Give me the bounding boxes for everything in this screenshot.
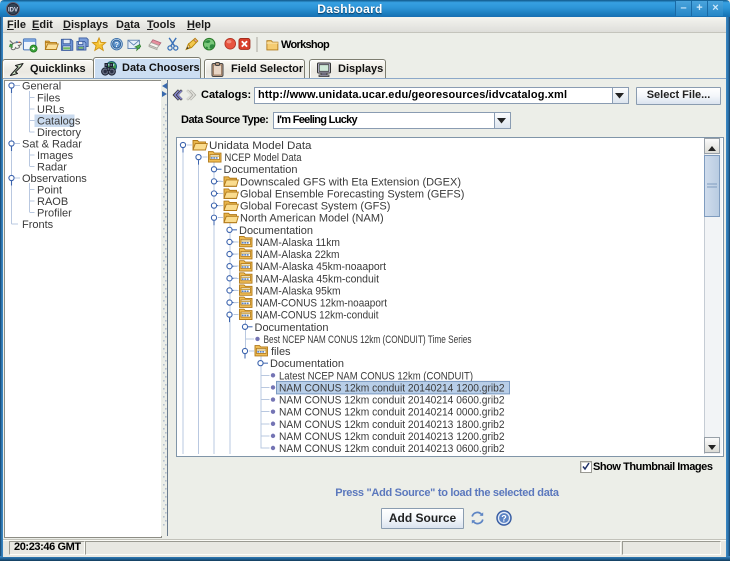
svg-text:NAM-CONUS 12km-noaaport: NAM-CONUS 12km-noaaport xyxy=(256,298,388,310)
svg-text:NAM CONUS 12km conduit 2014021: NAM CONUS 12km conduit 20140213 1800.gri… xyxy=(279,419,505,431)
svg-text:NAM CONUS 12km conduit 2014021: NAM CONUS 12km conduit 20140214 1200.gri… xyxy=(279,382,505,394)
svg-text:NAM CONUS 12km conduit 2014021: NAM CONUS 12km conduit 20140214 0600.gri… xyxy=(279,395,505,407)
svg-text:Global Forecast System (GFS): Global Forecast System (GFS) xyxy=(240,201,390,213)
svg-text:NAM-Alaska 95km: NAM-Alaska 95km xyxy=(256,285,341,297)
svg-text:NCEP Model Data: NCEP Model Data xyxy=(225,152,303,164)
svg-text:Downscaled GFS with Eta Extens: Downscaled GFS with Eta Extension (DGEX) xyxy=(240,176,461,188)
svg-text:NAM CONUS 12km conduit 2014021: NAM CONUS 12km conduit 20140213 1200.gri… xyxy=(279,431,505,443)
svg-text:Documentation: Documentation xyxy=(239,225,313,237)
svg-text:files: files xyxy=(271,346,291,358)
svg-text:Global Ensemble Forecasting Sy: Global Ensemble Forecasting System (GEFS… xyxy=(240,188,464,200)
svg-text:NAM CONUS 12km conduit 2014021: NAM CONUS 12km conduit 20140214 0000.gri… xyxy=(279,407,505,419)
svg-text:?: ? xyxy=(501,513,507,523)
svg-text:NAM-CONUS 12km-conduit: NAM-CONUS 12km-conduit xyxy=(256,310,379,322)
svg-text:Documentation: Documentation xyxy=(270,358,344,370)
svg-text:Documentation: Documentation xyxy=(255,322,329,334)
svg-text:NAM-Alaska 11km: NAM-Alaska 11km xyxy=(256,237,341,249)
svg-text:Best NCEP NAM CONUS 12km (COND: Best NCEP NAM CONUS 12km (CONDUIT) Time … xyxy=(264,334,472,346)
svg-text:NAM-Alaska 45km-conduit: NAM-Alaska 45km-conduit xyxy=(256,273,380,285)
svg-text:Unidata Model Data: Unidata Model Data xyxy=(209,140,312,152)
svg-text:NAM-Alaska 45km-noaaport: NAM-Alaska 45km-noaaport xyxy=(256,261,387,273)
svg-text:NAM CONUS 12km conduit 2014021: NAM CONUS 12km conduit 20140213 0600.gri… xyxy=(279,443,505,455)
svg-text:Documentation: Documentation xyxy=(224,164,298,176)
svg-text:North American Model (NAM): North American Model (NAM) xyxy=(240,213,384,225)
svg-text:Latest NCEP NAM CONUS 12km (CO: Latest NCEP NAM CONUS 12km (CONDUIT) xyxy=(279,370,473,382)
svg-text:NAM-Alaska 22km: NAM-Alaska 22km xyxy=(256,249,340,261)
